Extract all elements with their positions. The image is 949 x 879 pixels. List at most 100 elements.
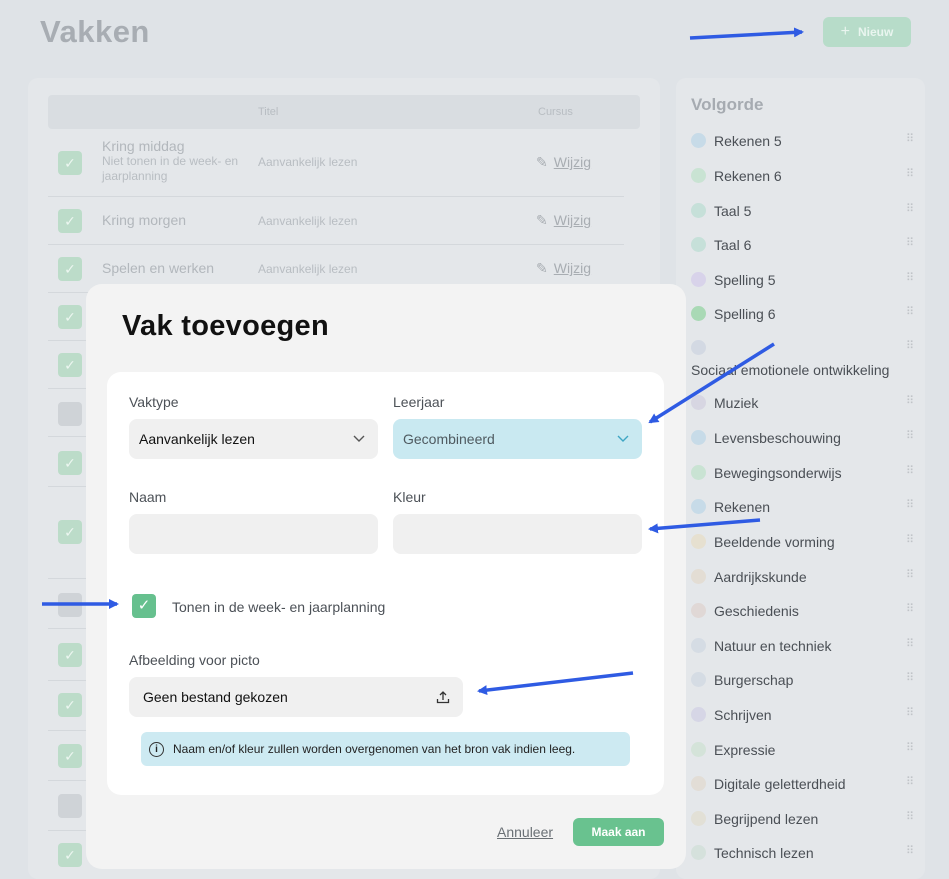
- row-checkbox[interactable]: ✓: [58, 744, 82, 768]
- drag-handle-icon[interactable]: ⠿: [906, 271, 914, 284]
- kleur-label: Kleur: [393, 489, 426, 505]
- row-checkbox[interactable]: ✓: [58, 843, 82, 867]
- edit-link[interactable]: ✎ Wijzig: [536, 212, 591, 229]
- drag-handle-icon[interactable]: ⠿: [906, 429, 914, 442]
- order-item-label: Expressie: [714, 742, 776, 758]
- arrow-to-new-button: [689, 27, 804, 40]
- order-item[interactable]: Sociaal emotionele ontwikkeling ⠿: [691, 338, 914, 378]
- drag-handle-icon[interactable]: ⠿: [906, 132, 914, 145]
- order-item[interactable]: Natuur en techniek ⠿: [691, 636, 914, 656]
- drag-handle-icon[interactable]: ⠿: [906, 236, 914, 249]
- naam-label: Naam: [129, 489, 167, 505]
- edit-link[interactable]: ✎ Wijzig: [536, 260, 591, 277]
- picto-file-value: Geen bestand gekozen: [143, 689, 288, 705]
- row-checkbox[interactable]: ✓: [58, 353, 82, 377]
- drag-handle-icon[interactable]: ⠿: [906, 339, 914, 352]
- row-checkbox[interactable]: ✓: [58, 257, 82, 281]
- page-title: Vakken: [40, 14, 150, 49]
- cancel-button[interactable]: Annuleer: [497, 824, 553, 840]
- drag-handle-icon[interactable]: ⠿: [906, 394, 914, 407]
- drag-handle-icon[interactable]: ⠿: [906, 775, 914, 788]
- drag-handle-icon[interactable]: ⠿: [906, 305, 914, 318]
- drag-handle-icon[interactable]: ⠿: [906, 844, 914, 857]
- order-item[interactable]: Rekenen ⠿: [691, 497, 914, 517]
- order-item[interactable]: Spelling 6 ⠿: [691, 304, 914, 324]
- drag-handle-icon[interactable]: ⠿: [906, 602, 914, 615]
- color-dot: [691, 340, 706, 355]
- drag-handle-icon[interactable]: ⠿: [906, 167, 914, 180]
- drag-handle-icon[interactable]: ⠿: [906, 671, 914, 684]
- drag-handle-icon[interactable]: ⠿: [906, 741, 914, 754]
- drag-handle-icon[interactable]: ⠿: [906, 202, 914, 215]
- order-item-label: Sociaal emotionele ontwikkeling: [691, 362, 890, 378]
- order-item[interactable]: Aardrijkskunde ⠿: [691, 567, 914, 587]
- order-item[interactable]: Taal 5 ⠿: [691, 201, 914, 221]
- show-in-planning-checkbox[interactable]: ✓: [132, 594, 156, 618]
- row-checkbox[interactable]: ✓: [58, 643, 82, 667]
- order-item[interactable]: Schrijven ⠿: [691, 705, 914, 725]
- row-note: Niet tonen in de week- en jaarplanning: [102, 154, 239, 183]
- order-item[interactable]: Begrijpend lezen ⠿: [691, 809, 914, 829]
- row-checkbox[interactable]: ✓: [58, 693, 82, 717]
- order-item[interactable]: Rekenen 6 ⠿: [691, 166, 914, 186]
- picto-label: Afbeelding voor picto: [129, 652, 260, 668]
- row-checkbox[interactable]: [58, 794, 82, 818]
- order-item[interactable]: Digitale geletterdheid ⠿: [691, 774, 914, 794]
- row-checkbox[interactable]: ✓: [58, 520, 82, 544]
- vaktype-select[interactable]: Aanvankelijk lezen: [129, 419, 378, 459]
- order-item-label: Rekenen 5: [714, 133, 782, 149]
- row-checkbox[interactable]: ✓: [58, 209, 82, 233]
- color-dot: [691, 306, 706, 321]
- order-item[interactable]: Geschiedenis ⠿: [691, 601, 914, 621]
- order-item[interactable]: Muziek ⠿: [691, 393, 914, 413]
- color-dot: [691, 465, 706, 480]
- order-item[interactable]: Beeldende vorming ⠿: [691, 532, 914, 552]
- order-item[interactable]: Technisch lezen ⠿: [691, 843, 914, 863]
- info-message: i Naam en/of kleur zullen worden overgen…: [141, 732, 630, 766]
- row-checkbox[interactable]: [58, 402, 82, 426]
- leerjaar-label: Leerjaar: [393, 394, 445, 410]
- color-dot: [691, 237, 706, 252]
- order-item[interactable]: Burgerschap ⠿: [691, 670, 914, 690]
- order-item-label: Burgerschap: [714, 672, 794, 688]
- order-item[interactable]: Spelling 5 ⠿: [691, 270, 914, 290]
- drag-handle-icon[interactable]: ⠿: [906, 810, 914, 823]
- color-dot: [691, 168, 706, 183]
- kleur-input[interactable]: [393, 514, 642, 554]
- order-item[interactable]: Taal 6 ⠿: [691, 235, 914, 255]
- order-item[interactable]: Expressie ⠿: [691, 740, 914, 760]
- color-dot: [691, 203, 706, 218]
- drag-handle-icon[interactable]: ⠿: [906, 706, 914, 719]
- drag-handle-icon[interactable]: ⠿: [906, 464, 914, 477]
- drag-handle-icon[interactable]: ⠿: [906, 533, 914, 546]
- order-item[interactable]: Bewegingsonderwijs ⠿: [691, 463, 914, 483]
- naam-input[interactable]: [129, 514, 378, 554]
- pencil-icon: ✎: [536, 154, 548, 170]
- order-item-label: Natuur en techniek: [714, 638, 832, 654]
- color-dot: [691, 776, 706, 791]
- order-item-label: Aardrijkskunde: [714, 569, 807, 585]
- order-item[interactable]: Levensbeschouwing ⠿: [691, 428, 914, 448]
- order-item[interactable]: Rekenen 5 ⠿: [691, 131, 914, 151]
- row-checkbox[interactable]: ✓: [58, 151, 82, 175]
- drag-handle-icon[interactable]: ⠿: [906, 498, 914, 511]
- column-header-title: Titel: [258, 106, 279, 118]
- row-checkbox[interactable]: ✓: [58, 451, 82, 475]
- edit-link[interactable]: ✎ Wijzig: [536, 154, 591, 171]
- order-item-label: Technisch lezen: [714, 845, 814, 861]
- leerjaar-value: Gecombineerd: [403, 431, 495, 447]
- drag-handle-icon[interactable]: ⠿: [906, 637, 914, 650]
- drag-handle-icon[interactable]: ⠿: [906, 568, 914, 581]
- leerjaar-select[interactable]: Gecombineerd: [393, 419, 642, 459]
- color-dot: [691, 430, 706, 445]
- new-button[interactable]: + Nieuw: [823, 17, 911, 47]
- picto-file-input[interactable]: Geen bestand gekozen: [129, 677, 463, 717]
- color-dot: [691, 845, 706, 860]
- show-in-planning-label: Tonen in de week- en jaarplanning: [172, 599, 386, 615]
- color-dot: [691, 499, 706, 514]
- row-type: Aanvankelijk lezen: [258, 262, 358, 276]
- row-checkbox[interactable]: ✓: [58, 305, 82, 329]
- order-item-label: Beeldende vorming: [714, 534, 835, 550]
- create-button[interactable]: Maak aan: [573, 818, 664, 846]
- row-checkbox[interactable]: [58, 593, 82, 617]
